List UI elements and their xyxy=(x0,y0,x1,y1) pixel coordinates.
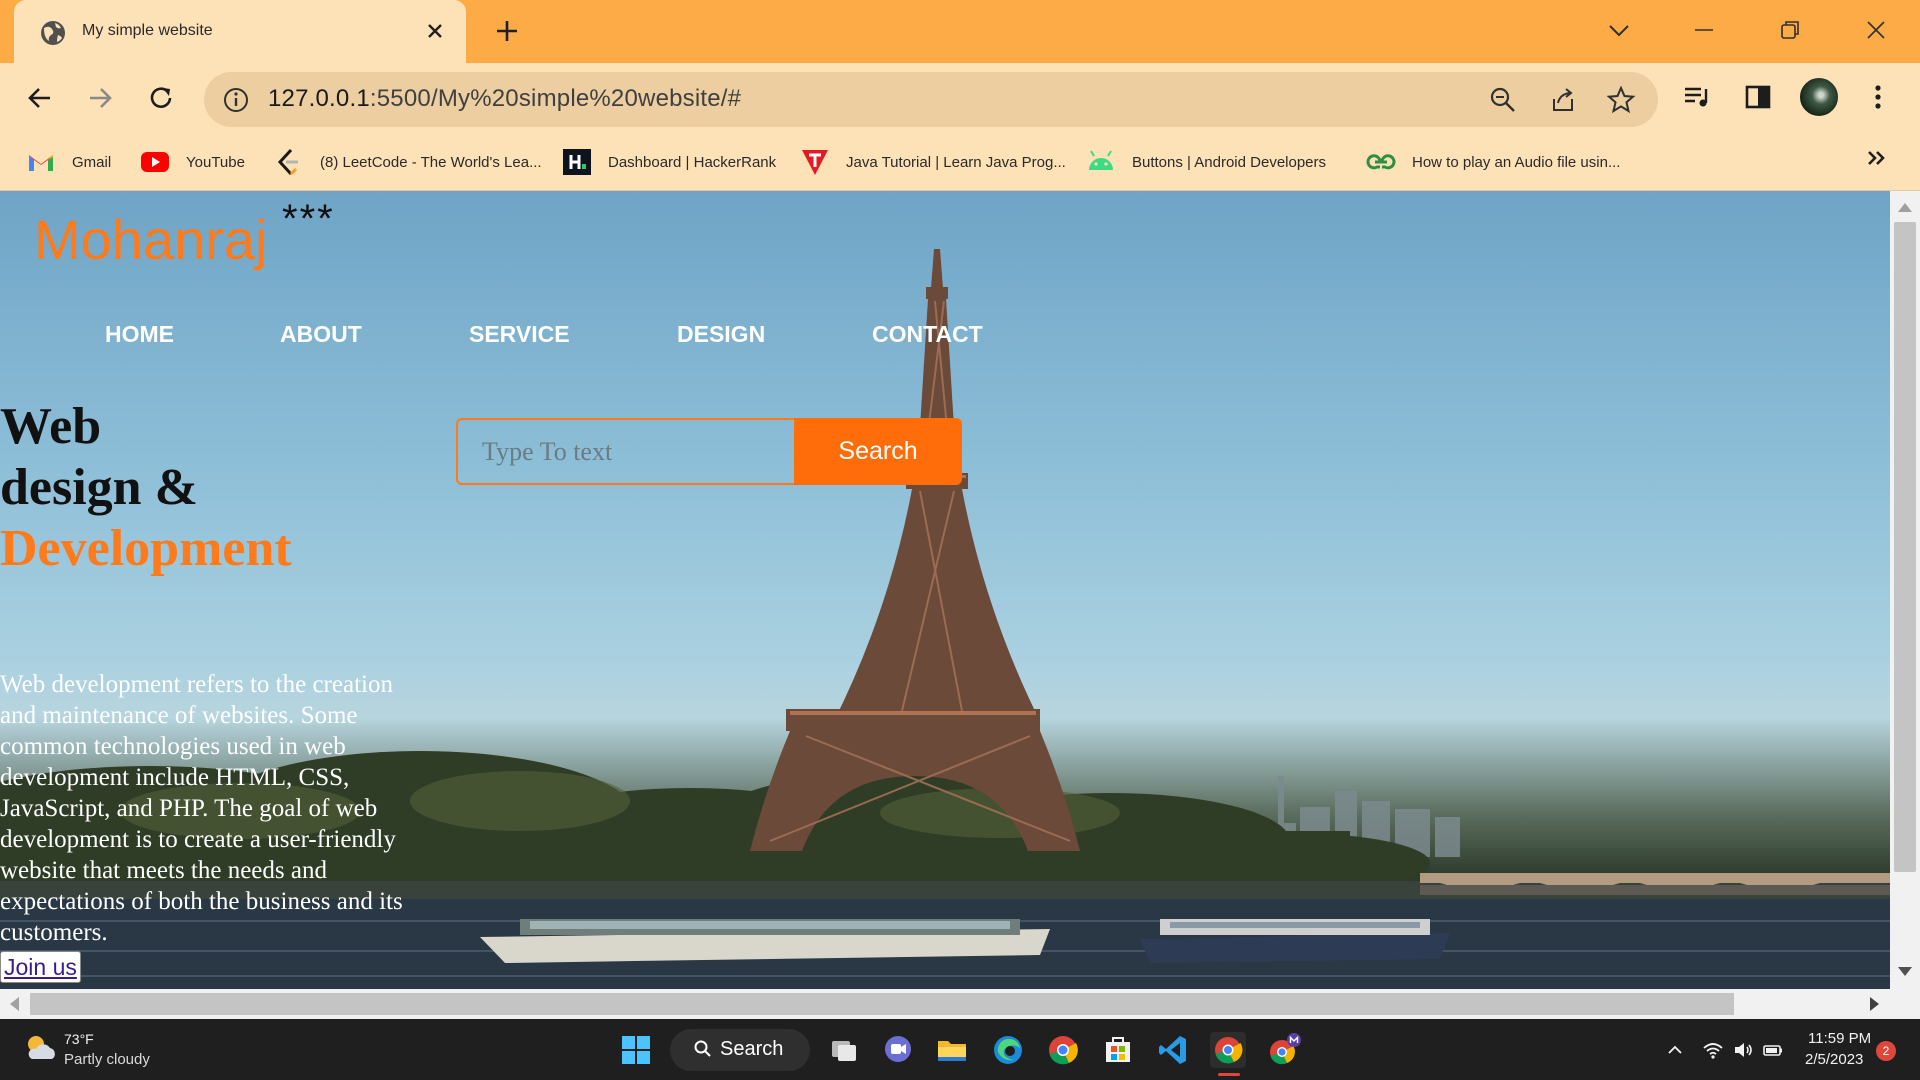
bookmark-android[interactable]: Buttons | Android Developers xyxy=(1086,147,1326,177)
bookmark-star-icon[interactable] xyxy=(1606,85,1636,115)
browser-toolbar: 127.0.0.1:5500/My%20simple%20website/# xyxy=(0,63,1920,133)
site-info-icon[interactable] xyxy=(222,86,250,114)
scroll-right-arrow-icon[interactable] xyxy=(1870,997,1879,1011)
reload-icon[interactable] xyxy=(143,80,179,116)
tab-title: My simple website xyxy=(82,22,213,39)
search-icon xyxy=(694,1040,711,1057)
bookmark-leetcode[interactable]: (8) LeetCode - The World's Lea... xyxy=(274,147,542,177)
scroll-up-arrow-icon[interactable] xyxy=(1898,203,1912,212)
join-us-button[interactable]: Join us xyxy=(0,951,81,983)
taskbar-search[interactable]: Search xyxy=(670,1029,810,1071)
scroll-down-arrow-icon[interactable] xyxy=(1898,967,1912,976)
task-view-icon[interactable] xyxy=(826,1032,862,1068)
bookmark-label: YouTube xyxy=(186,153,245,171)
search-input[interactable] xyxy=(456,418,794,485)
nav-home[interactable]: HOME xyxy=(105,321,174,348)
android-icon xyxy=(1089,150,1113,170)
bookmark-gmail[interactable]: Gmail xyxy=(26,147,111,177)
chrome-icon[interactable] xyxy=(1045,1032,1081,1068)
reading-list-icon[interactable] xyxy=(1681,81,1713,113)
hero-title-line1: Web xyxy=(0,398,102,455)
nav-contact[interactable]: CONTACT xyxy=(872,321,983,348)
nav-service[interactable]: SERVICE xyxy=(469,321,570,348)
profile-avatar[interactable] xyxy=(1798,76,1840,118)
new-tab-icon[interactable] xyxy=(492,16,522,46)
browser-tab[interactable]: My simple website xyxy=(14,0,466,63)
clock-date[interactable]: 2/5/2023 xyxy=(1805,1051,1863,1068)
page-viewport: Mohanraj *** HOME ABOUT SERVICE DESIGN C… xyxy=(0,191,1890,989)
site-logo[interactable]: Mohanraj xyxy=(34,207,267,272)
bookmark-label: (8) LeetCode - The World's Lea... xyxy=(320,153,542,171)
show-hidden-icons-chevron-icon[interactable] xyxy=(1664,1039,1686,1061)
tab-search-chevron-icon[interactable] xyxy=(1603,14,1635,46)
close-window-icon[interactable] xyxy=(1860,14,1892,46)
vscode-icon[interactable] xyxy=(1155,1032,1191,1068)
chrome-active-icon[interactable] xyxy=(1210,1032,1246,1068)
windows-start-icon[interactable] xyxy=(618,1032,654,1068)
scroll-left-arrow-icon[interactable] xyxy=(10,997,19,1011)
chrome-profile-icon[interactable] xyxy=(1266,1032,1302,1068)
bookmark-youtube[interactable]: YouTube xyxy=(140,147,245,177)
microsoft-store-icon[interactable] xyxy=(1100,1032,1136,1068)
bookmark-audio-file[interactable]: How to play an Audio file usin... xyxy=(1366,147,1620,177)
logo-stars: *** xyxy=(282,197,335,241)
bookmark-label: How to play an Audio file usin... xyxy=(1412,153,1621,171)
zoom-icon[interactable] xyxy=(1488,85,1518,115)
weather-description[interactable]: Partly cloudy xyxy=(64,1051,150,1068)
tutorial-icon xyxy=(802,150,828,175)
hero-description: Web development refers to the creation a… xyxy=(0,671,403,946)
wifi-icon[interactable] xyxy=(1702,1039,1724,1061)
bookmark-label: Java Tutorial | Learn Java Prog... xyxy=(846,153,1066,171)
edge-icon[interactable] xyxy=(990,1032,1026,1068)
side-panel-icon[interactable] xyxy=(1742,81,1774,113)
bookmarks-bar: Gmail YouTube (8) LeetCode - The World's… xyxy=(0,133,1920,191)
back-arrow-icon[interactable] xyxy=(22,80,58,116)
file-explorer-icon[interactable] xyxy=(934,1032,970,1068)
minimize-icon[interactable] xyxy=(1688,14,1720,46)
forward-arrow-icon[interactable] xyxy=(82,80,118,116)
gmail-icon xyxy=(29,155,53,171)
share-icon[interactable] xyxy=(1548,85,1578,115)
tab-strip: My simple website xyxy=(0,0,1920,63)
bookmark-label: Buttons | Android Developers xyxy=(1132,153,1327,171)
bookmark-java-tutorial[interactable]: Java Tutorial | Learn Java Prog... xyxy=(800,147,1066,177)
hackerrank-icon xyxy=(563,149,591,175)
active-app-indicator xyxy=(1218,1073,1240,1076)
address-url[interactable]: 127.0.0.1:5500/My%20simple%20website/# xyxy=(268,85,741,113)
bookmark-hackerrank[interactable]: Dashboard | HackerRank xyxy=(562,147,776,177)
url-path: :5500/My%20simple%20website/# xyxy=(369,85,742,112)
taskbar-search-label: Search xyxy=(720,1038,784,1060)
notification-badge[interactable]: 2 xyxy=(1876,1041,1896,1061)
url-host: 127.0.0.1 xyxy=(268,85,370,112)
address-bar[interactable]: 127.0.0.1:5500/My%20simple%20website/# xyxy=(204,72,1658,127)
hero-title-accent: Development xyxy=(0,520,292,577)
browser-menu-icon[interactable] xyxy=(1862,81,1894,113)
more-bookmarks-icon[interactable] xyxy=(1862,144,1890,172)
search-button[interactable]: Search xyxy=(794,418,962,485)
geeksforgeeks-icon xyxy=(1366,154,1396,170)
horizontal-scroll-thumb[interactable] xyxy=(30,993,1734,1015)
bookmark-label: Dashboard | HackerRank xyxy=(608,153,777,171)
leetcode-icon xyxy=(277,148,298,176)
partly-cloudy-icon[interactable] xyxy=(22,1031,58,1065)
nav-design[interactable]: DESIGN xyxy=(677,321,765,348)
volume-icon[interactable] xyxy=(1732,1039,1754,1061)
clock-time[interactable]: 11:59 PM xyxy=(1808,1030,1871,1047)
chat-icon[interactable] xyxy=(880,1032,916,1068)
battery-icon[interactable] xyxy=(1762,1039,1784,1061)
weather-temperature[interactable]: 73°F xyxy=(64,1031,94,1047)
vertical-scroll-thumb[interactable] xyxy=(1894,222,1916,872)
windows-taskbar: 73°F Partly cloudy Search 11:59 PM 2/5/2… xyxy=(0,1019,1920,1080)
bookmark-label: Gmail xyxy=(72,153,112,171)
nav-about[interactable]: ABOUT xyxy=(280,321,362,348)
hero-title-line2: design & xyxy=(0,459,198,516)
close-tab-icon[interactable] xyxy=(420,16,450,46)
youtube-icon xyxy=(141,152,169,172)
restore-icon[interactable] xyxy=(1774,14,1806,46)
globe-icon xyxy=(41,21,65,45)
